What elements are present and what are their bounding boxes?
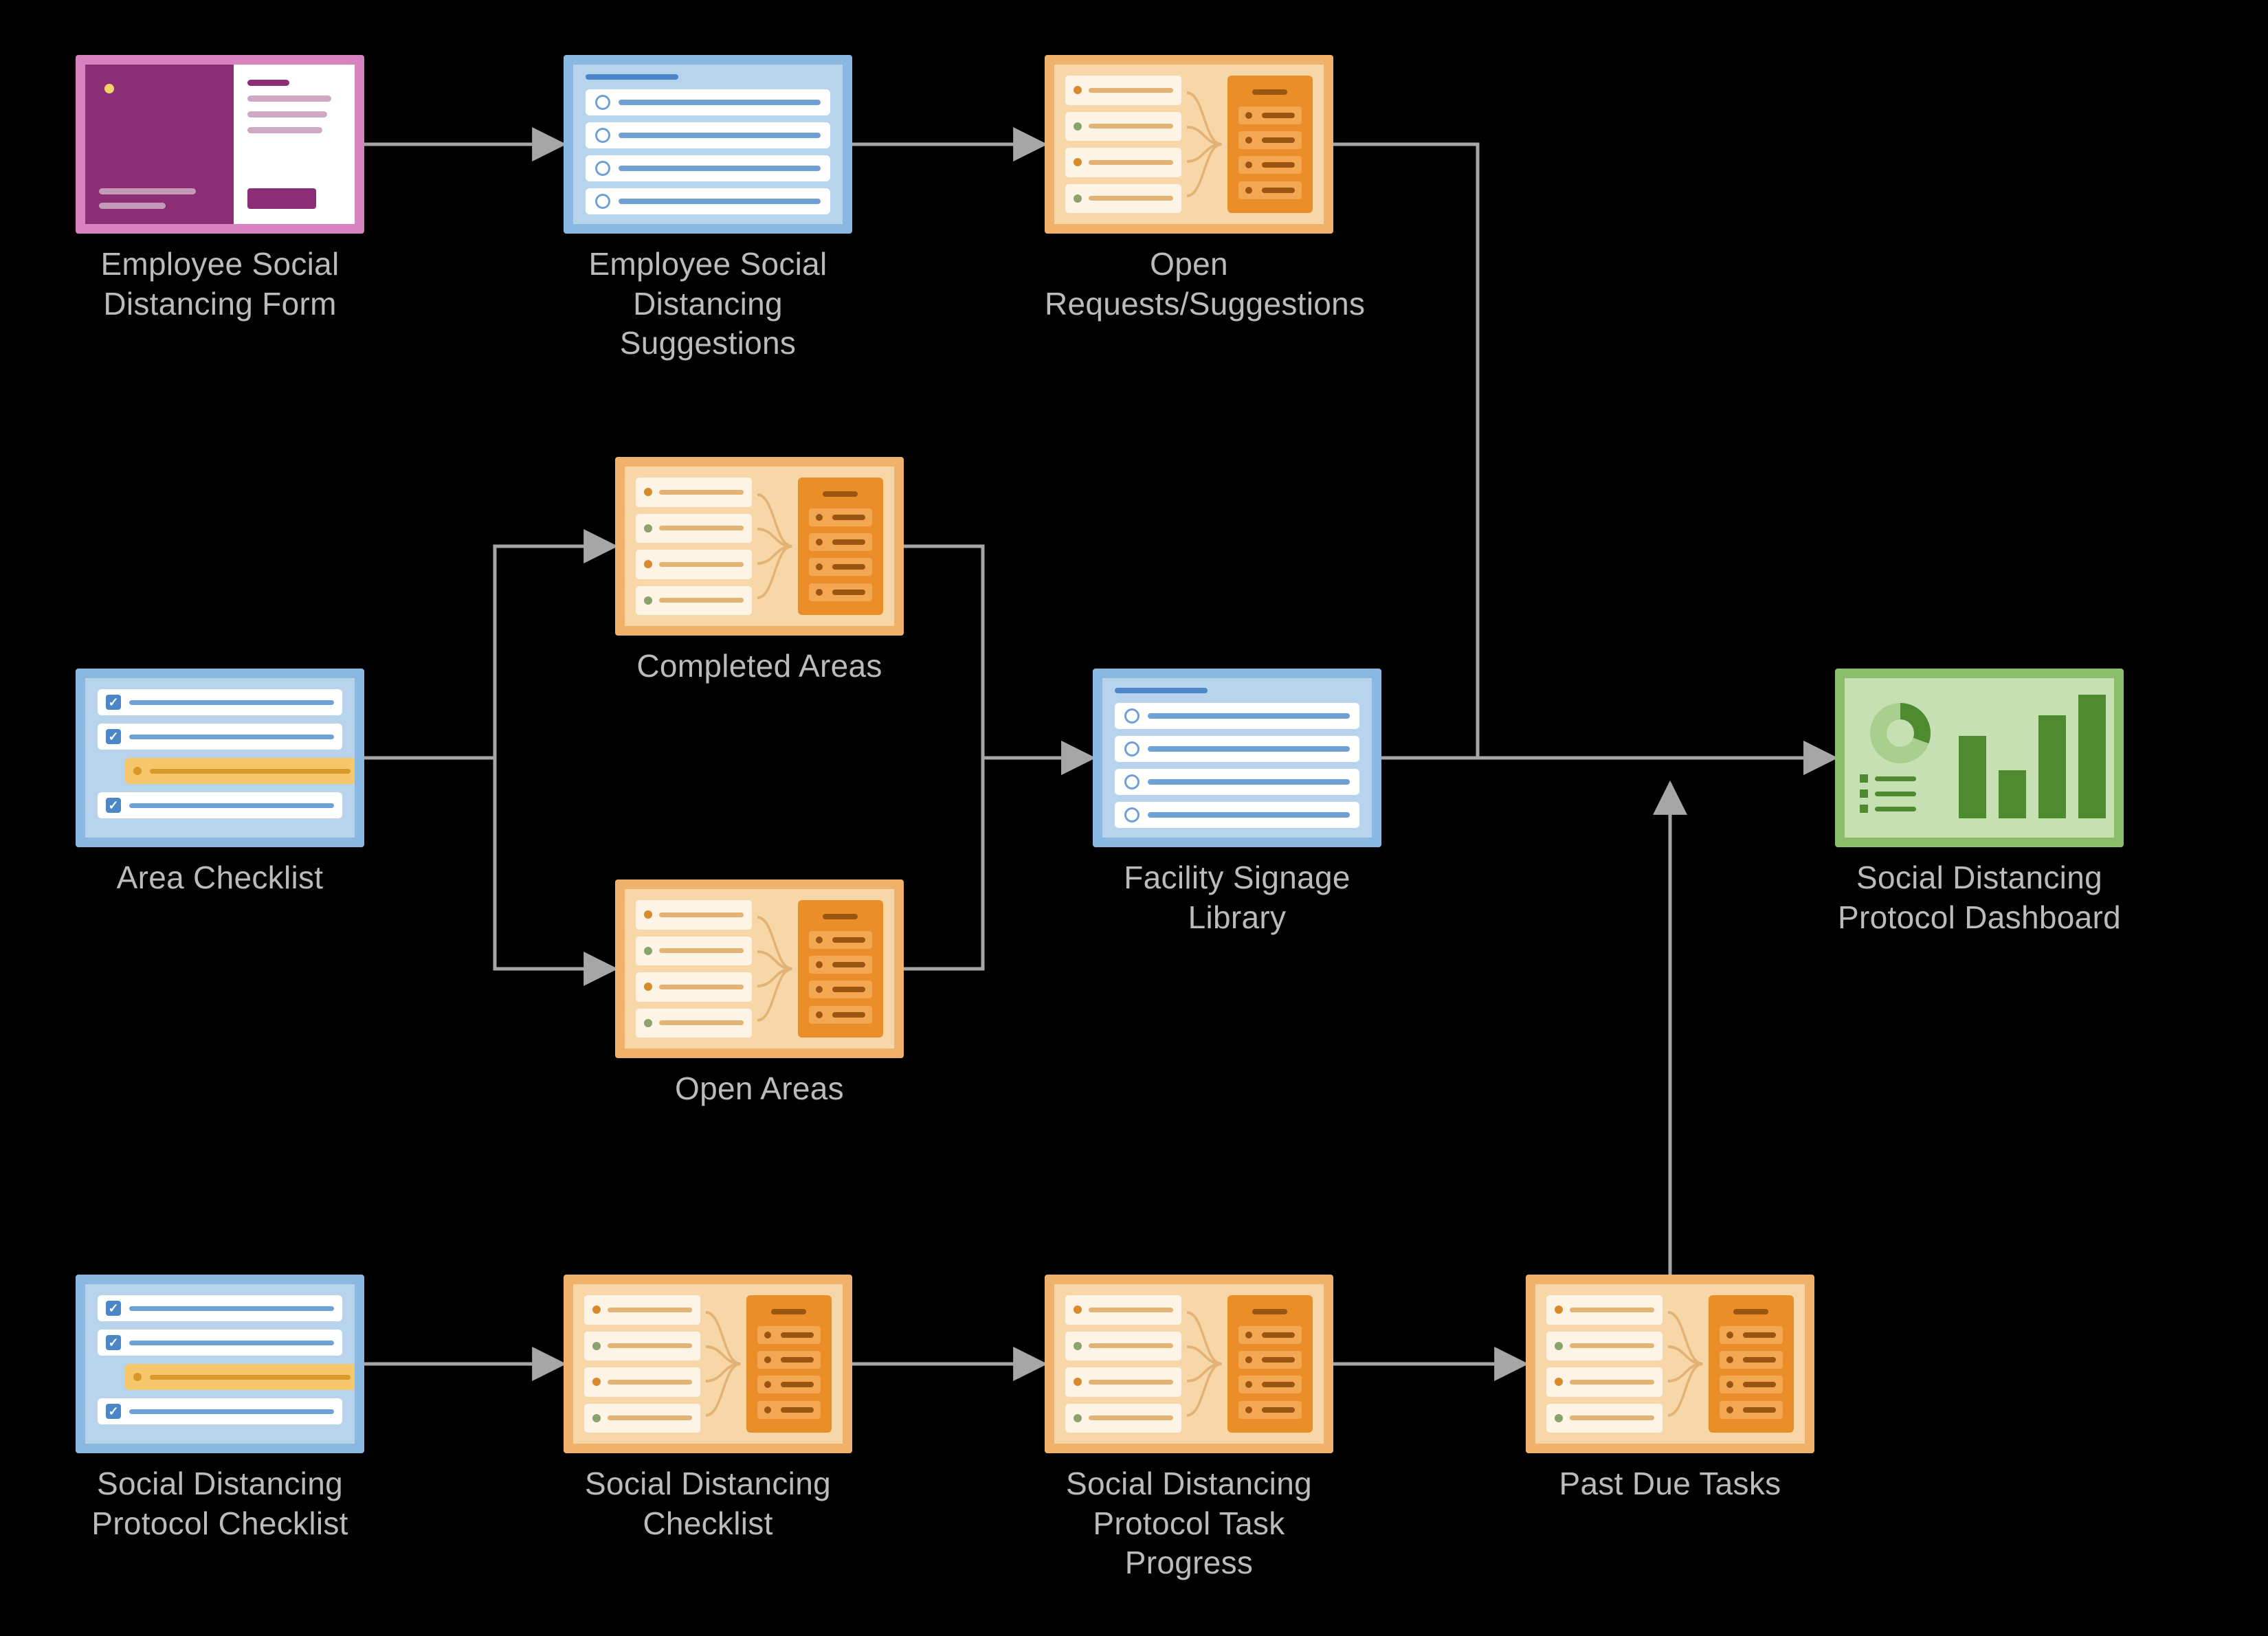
dashboard-tile-icon — [1835, 669, 2124, 847]
report-tile-icon — [615, 457, 904, 636]
node-label: Completed Areas — [615, 647, 904, 686]
node-area-checklist: Area Checklist — [76, 669, 364, 898]
node-completed-areas: Completed Areas — [615, 457, 904, 686]
node-dashboard: Social Distancing Protocol Dashboard — [1835, 669, 2124, 937]
node-employee-suggestions: Employee Social Distancing Suggestions — [564, 55, 852, 363]
checklist-tile-icon — [76, 1275, 364, 1453]
node-open-areas: Open Areas — [615, 879, 904, 1109]
node-label: Facility Signage Library — [1093, 858, 1381, 937]
report-tile-icon — [615, 879, 904, 1058]
node-past-due: Past Due Tasks — [1526, 1275, 1814, 1504]
form-tile-icon — [76, 55, 364, 234]
node-label: Open Requests/Suggestions — [1045, 245, 1333, 324]
report-tile-icon — [1045, 1275, 1333, 1453]
node-label: Past Due Tasks — [1526, 1464, 1814, 1504]
node-label: Employee Social Distancing Form — [76, 245, 364, 324]
sheet-tile-icon — [564, 55, 852, 234]
checklist-tile-icon — [76, 669, 364, 847]
flow-diagram: Employee Social Distancing Form Employee… — [0, 0, 2268, 1636]
node-label: Open Areas — [615, 1069, 904, 1109]
node-sd-checklist: Social Distancing Checklist — [564, 1275, 852, 1543]
node-label: Area Checklist — [76, 858, 364, 898]
node-employee-form: Employee Social Distancing Form — [76, 55, 364, 324]
node-label: Social Distancing Protocol Dashboard — [1835, 858, 2124, 937]
report-tile-icon — [564, 1275, 852, 1453]
sheet-tile-icon — [1093, 669, 1381, 847]
node-facility-signage-library: Facility Signage Library — [1093, 669, 1381, 937]
node-protocol-checklist: Social Distancing Protocol Checklist — [76, 1275, 364, 1543]
node-task-progress: Social Distancing Protocol Task Progress — [1045, 1275, 1333, 1583]
report-tile-icon — [1526, 1275, 1814, 1453]
pie-chart-icon — [1870, 703, 1931, 763]
bar-chart-icon — [1959, 692, 2106, 824]
node-label: Social Distancing Checklist — [564, 1464, 852, 1543]
node-label: Social Distancing Protocol Checklist — [76, 1464, 364, 1543]
node-open-requests: Open Requests/Suggestions — [1045, 55, 1333, 324]
node-label: Social Distancing Protocol Task Progress — [1045, 1464, 1333, 1583]
node-label: Employee Social Distancing Suggestions — [564, 245, 852, 363]
report-tile-icon — [1045, 55, 1333, 234]
